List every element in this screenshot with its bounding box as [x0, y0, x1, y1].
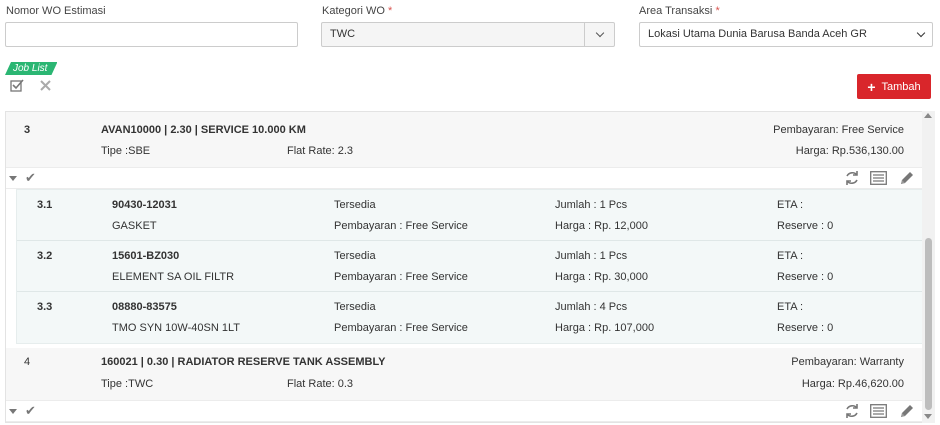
close-icon[interactable] — [40, 80, 51, 91]
part-code: 08880-83575 — [112, 301, 177, 313]
part-reserve: Reserve : 0 — [777, 271, 834, 283]
scroll-up-icon[interactable] — [924, 113, 932, 118]
caret-down-icon[interactable] — [9, 176, 17, 181]
scroll-down-icon[interactable] — [924, 414, 932, 419]
list-icon[interactable] — [870, 171, 887, 188]
part-eta: ETA : — [777, 199, 804, 211]
job-row: 3 AVAN10000 | 2.30 | SERVICE 10.000 KM T… — [6, 112, 923, 167]
part-qty: Jumlah : 4 Pcs — [555, 301, 628, 313]
wo-number-label: Nomor WO Estimasi — [6, 5, 106, 17]
transaction-area-value: Lokasi Utama Dunia Barusa Banda Aceh GR — [648, 28, 867, 40]
job-title: 160021 | 0.30 | RADIATOR RESERVE TANK AS… — [101, 356, 386, 368]
job-type: Tipe :TWC — [101, 378, 154, 390]
job-type: Tipe :SBE — [101, 145, 151, 157]
part-qty: Jumlah : 1 Pcs — [555, 199, 628, 211]
add-button-label: Tambah — [881, 80, 921, 93]
transaction-area-label: Area Transaksi * — [639, 5, 720, 17]
refresh-icon[interactable] — [844, 170, 860, 189]
caret-down-icon[interactable] — [9, 409, 17, 414]
wo-category-select[interactable]: TWC — [321, 22, 615, 47]
part-eta: ETA : — [777, 250, 804, 262]
transaction-area-select[interactable]: Lokasi Utama Dunia Barusa Banda Aceh GR — [639, 22, 933, 47]
part-number: 3.3 — [37, 301, 53, 313]
job-payment: Pembayaran: Warranty — [791, 356, 904, 368]
job-flat-rate: Flat Rate: 2.3 — [287, 145, 354, 157]
required-marker: * — [388, 5, 393, 17]
job-list-panel[interactable]: 3 AVAN10000 | 2.30 | SERVICE 10.000 KM T… — [5, 111, 935, 423]
job-title: AVAN10000 | 2.30 | SERVICE 10.000 KM — [101, 124, 306, 136]
check-icon[interactable]: ✔ — [25, 171, 36, 184]
list-item: 3.3 08880-83575 TMO SYN 10W-40SN 1LT Ter… — [17, 292, 922, 343]
job-controls: ✔ — [6, 167, 923, 189]
add-button[interactable]: + Tambah — [857, 74, 931, 99]
job-payment: Pembayaran: Free Service — [773, 124, 904, 136]
parts-list: 3.1 90430-12031 GASKET Tersedia Pembayar… — [16, 189, 923, 344]
wo-category-value: TWC — [330, 28, 356, 40]
part-name: TMO SYN 10W-40SN 1LT — [112, 322, 240, 334]
part-code: 15601-BZ030 — [112, 250, 180, 262]
check-square-icon[interactable] — [10, 78, 24, 92]
job-flat-rate: Flat Rate: 0.3 — [287, 378, 354, 390]
list-icon[interactable] — [870, 404, 887, 421]
job-controls: ✔ — [6, 400, 923, 422]
part-payment: Pembayaran : Free Service — [334, 220, 468, 232]
chevron-down-icon[interactable] — [584, 23, 614, 46]
part-payment: Pembayaran : Free Service — [334, 271, 468, 283]
job-number: 4 — [24, 356, 31, 368]
part-price: Harga : Rp. 107,000 — [555, 322, 655, 334]
wo-category-label-text: Kategori WO — [322, 5, 385, 17]
scrollbar-thumb[interactable] — [925, 238, 932, 410]
part-status: Tersedia — [334, 301, 376, 313]
transaction-area-label-text: Area Transaksi — [639, 5, 713, 17]
job-price: Harga: Rp.46,620.00 — [801, 378, 904, 390]
part-name: GASKET — [112, 220, 157, 232]
part-reserve: Reserve : 0 — [777, 322, 834, 334]
job-number: 3 — [24, 124, 31, 136]
chevron-down-icon[interactable] — [916, 28, 926, 38]
part-number: 3.1 — [37, 199, 53, 211]
part-price: Harga : Rp. 12,000 — [555, 220, 648, 232]
job-price: Harga: Rp.536,130.00 — [795, 145, 904, 157]
part-eta: ETA : — [777, 301, 804, 313]
part-number: 3.2 — [37, 250, 53, 262]
check-icon[interactable]: ✔ — [25, 404, 36, 417]
list-item: 3.1 90430-12031 GASKET Tersedia Pembayar… — [17, 190, 922, 241]
wo-number-input[interactable] — [5, 22, 298, 47]
part-name: ELEMENT SA OIL FILTR — [112, 271, 235, 283]
pencil-icon[interactable] — [899, 404, 914, 422]
part-reserve: Reserve : 0 — [777, 220, 834, 232]
part-qty: Jumlah : 1 Pcs — [555, 250, 628, 262]
part-status: Tersedia — [334, 199, 376, 211]
refresh-icon[interactable] — [844, 403, 860, 422]
part-price: Harga : Rp. 30,000 — [555, 271, 648, 283]
required-marker: * — [715, 5, 720, 17]
job-list-tag: Job List — [5, 62, 57, 75]
job-row: 4 160021 | 0.30 | RADIATOR RESERVE TANK … — [6, 348, 923, 400]
part-status: Tersedia — [334, 250, 376, 262]
part-code: 90430-12031 — [112, 199, 177, 211]
part-payment: Pembayaran : Free Service — [334, 322, 468, 334]
wo-category-label: Kategori WO * — [322, 5, 392, 17]
list-item: 3.2 15601-BZ030 ELEMENT SA OIL FILTR Ter… — [17, 241, 922, 292]
pencil-icon[interactable] — [899, 171, 914, 189]
plus-icon: + — [867, 78, 876, 95]
